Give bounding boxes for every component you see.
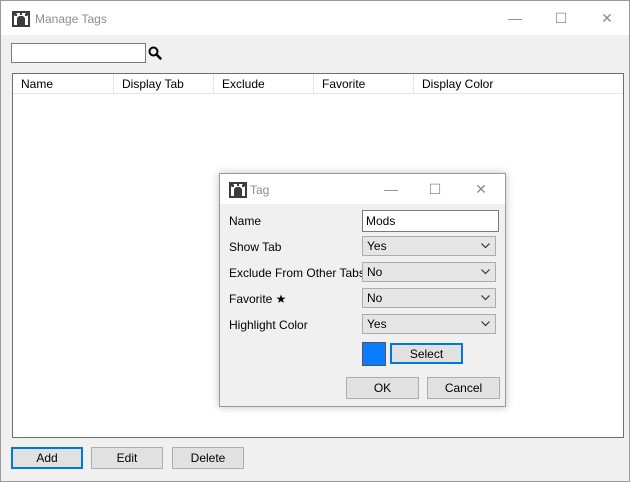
name-field[interactable]: Mods <box>362 210 499 232</box>
dialog-minimize-button[interactable]: — <box>368 174 414 204</box>
show-tab-value: Yes <box>367 239 387 253</box>
show-tab-label: Show Tab <box>229 240 282 254</box>
column-header-favorite[interactable]: Favorite <box>314 74 414 94</box>
maximize-button[interactable]: ☐ <box>538 1 584 35</box>
app-icon <box>229 182 247 198</box>
exclude-value: No <box>367 265 383 279</box>
search-icon[interactable] <box>147 45 163 61</box>
main-titlebar: Manage Tags — ☐ ✕ <box>1 1 629 35</box>
highlight-color-select[interactable]: Yes <box>362 314 496 334</box>
search-input[interactable] <box>11 43 146 63</box>
column-header-display-color[interactable]: Display Color <box>414 74 623 94</box>
exclude-label: Exclude From Other Tabs <box>229 266 365 280</box>
minimize-button[interactable]: — <box>492 1 538 35</box>
highlight-color-value: Yes <box>367 317 387 331</box>
dialog-maximize-button[interactable]: ☐ <box>412 174 458 204</box>
show-tab-select[interactable]: Yes <box>362 236 496 256</box>
dialog-titlebar: Tag — ☐ ✕ <box>220 174 505 204</box>
favorite-select[interactable]: No <box>362 288 496 308</box>
favorite-label: Favorite ★ <box>229 292 287 306</box>
edit-button[interactable]: Edit <box>91 447 163 469</box>
highlight-color-label: Highlight Color <box>229 318 308 332</box>
cancel-button[interactable]: Cancel <box>427 377 500 399</box>
dialog-title: Tag <box>250 183 270 197</box>
column-header-display-tab[interactable]: Display Tab <box>114 74 214 94</box>
name-label: Name <box>229 214 262 228</box>
ok-button[interactable]: OK <box>346 377 419 399</box>
chevron-down-icon <box>481 243 490 249</box>
column-header-name[interactable]: Name <box>13 74 114 94</box>
app-icon <box>12 11 30 27</box>
tag-dialog: Tag — ☐ ✕ Name Mods Show Tab Yes Exclude… <box>219 173 506 407</box>
column-header-exclude[interactable]: Exclude <box>214 74 314 94</box>
select-color-button[interactable]: Select <box>390 343 463 364</box>
color-swatch <box>362 342 386 366</box>
chevron-down-icon <box>481 321 490 327</box>
delete-button[interactable]: Delete <box>172 447 244 469</box>
chevron-down-icon <box>481 269 490 275</box>
window-title: Manage Tags <box>35 12 107 26</box>
exclude-select[interactable]: No <box>362 262 496 282</box>
favorite-value: No <box>367 291 383 305</box>
chevron-down-icon <box>481 295 490 301</box>
dialog-close-button[interactable]: ✕ <box>458 174 504 204</box>
add-button[interactable]: Add <box>11 447 83 469</box>
close-button[interactable]: ✕ <box>584 1 629 35</box>
